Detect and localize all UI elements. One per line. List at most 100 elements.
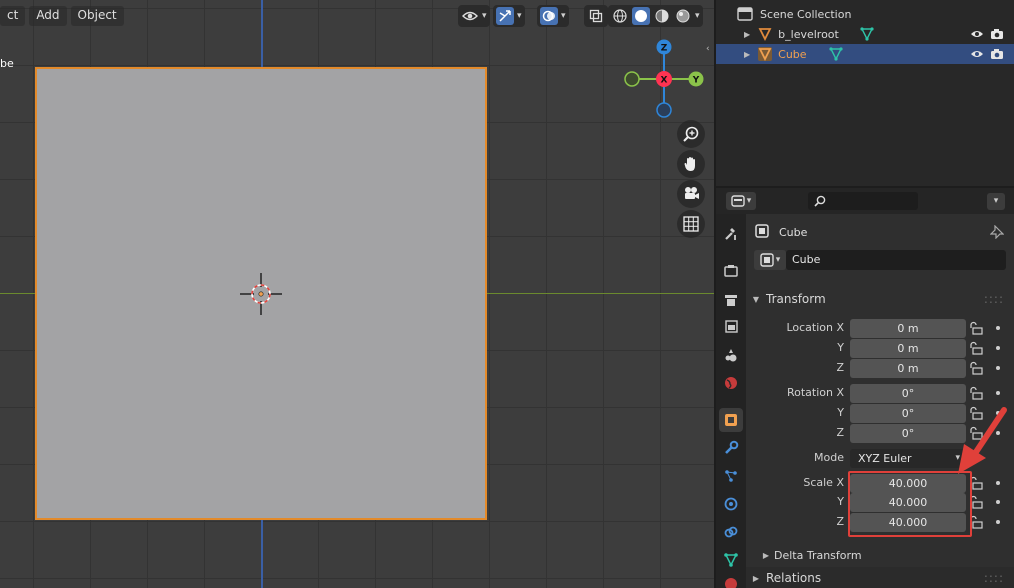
rotation-x-field[interactable]: 0° [850,384,966,403]
gizmo-tools: ▾ [493,5,525,27]
render-camera-icon[interactable] [990,48,1004,60]
chevron-down-icon[interactable]: ▾ [695,11,700,21]
tab-object[interactable] [719,408,743,432]
collapse-triangle-icon: ▼ [752,294,760,304]
camera-icon [685,187,699,199]
drag-handle-icon[interactable]: :::: [984,571,1004,585]
mesh-object-icon [758,28,772,41]
visibility-eye-icon[interactable] [970,49,984,59]
xray-icon[interactable] [587,7,605,25]
render-camera-icon[interactable] [990,28,1004,40]
keyframe-dot-icon[interactable] [996,346,1000,350]
keyframe-dot-icon[interactable] [996,326,1000,330]
scene-collection-row[interactable]: Scene Collection [716,4,1014,24]
lock-icon[interactable] [968,320,984,336]
overlays-icon[interactable] [540,7,558,25]
gizmo-z-label: Z [661,44,668,54]
location-x-row: Location X 0 m [746,319,1014,338]
overlay-tools: ▾ [537,5,569,27]
rotation-z-field[interactable]: 0° [850,424,966,443]
wrench-icon [725,440,739,454]
rendered-shading-icon[interactable] [674,7,692,25]
chevron-down-icon[interactable]: ▾ [482,11,487,21]
properties-editor-icon [731,195,745,207]
rotation-mode-label: Mode [814,451,844,464]
expand-triangle-icon: ▶ [752,573,760,583]
tab-material[interactable] [719,570,743,588]
properties-search-input[interactable] [808,192,918,210]
transform-panel-header[interactable]: ▼ Transform :::: [746,288,1014,310]
lock-icon[interactable] [968,360,984,376]
outliner-panel: Scene Collection ▶ b_levelroot ▶ Cube [716,0,1014,186]
material-shading-icon[interactable] [653,7,671,25]
tab-view-layer[interactable] [719,315,743,339]
tab-scene[interactable] [719,343,743,367]
mesh-data-icon [860,27,874,41]
editor-type-button[interactable]: ▾ [726,192,756,210]
expand-triangle-icon[interactable]: ▶ [744,50,750,59]
relations-title: Relations [766,571,822,585]
scale-z-label: Z [836,515,844,528]
outliner-item-b-levelroot[interactable]: ▶ b_levelroot [716,24,1014,44]
zoom-button[interactable] [677,120,705,148]
gizmo-toggle-icon[interactable] [496,7,514,25]
menu-add[interactable]: Add [29,6,67,26]
camera-view-button[interactable] [677,180,705,208]
render-icon [724,265,738,277]
expand-triangle-icon[interactable]: ▶ [744,30,750,39]
outliner-item-label: Cube [778,47,807,61]
tab-data[interactable] [719,548,743,572]
object-name-field[interactable]: Cube [786,250,1006,270]
options-dropdown[interactable]: ▾ [987,193,1005,210]
pin-icon[interactable] [990,225,1004,239]
object-type-dropdown[interactable]: ▾ [754,250,786,270]
lock-icon[interactable] [968,385,984,401]
viewport-object-label: be [0,57,14,70]
hand-icon [684,157,695,171]
chevron-down-icon[interactable]: ▾ [517,11,522,21]
chevron-down-icon[interactable]: ▾ [561,11,566,21]
location-x-label: Location X [786,321,844,334]
location-x-field[interactable]: 0 m [850,319,966,338]
drag-handle-icon[interactable]: :::: [984,292,1004,306]
menu-object[interactable]: Object [70,6,124,26]
scale-y-label: Y [837,495,844,508]
location-z-row: Z 0 m [746,359,1014,378]
sidebar-toggle-icon[interactable]: ‹ [706,44,714,56]
location-y-label: Y [837,341,844,354]
tab-particles[interactable] [719,464,743,488]
tab-tool[interactable] [719,222,743,246]
ortho-toggle-button[interactable] [677,210,705,238]
navigation-gizmo[interactable]: Z Y X [622,37,708,123]
menu-select[interactable]: ct [0,6,26,26]
tab-physics[interactable] [719,492,743,516]
wireframe-shading-icon[interactable] [611,7,629,25]
view-layer-icon [725,320,738,333]
relations-panel-header[interactable]: ▶ Relations :::: [746,567,1014,588]
lock-icon[interactable] [968,340,984,356]
solid-shading-icon[interactable] [632,7,650,25]
rotation-y-field[interactable]: 0° [850,404,966,423]
visibility-eye-icon[interactable] [970,29,984,39]
particles-icon [725,470,737,482]
outliner-item-cube[interactable]: ▶ Cube [716,44,1014,64]
tab-constraints[interactable] [719,520,743,544]
location-y-row: Y 0 m [746,339,1014,358]
tab-modifiers[interactable] [719,436,743,460]
tab-render[interactable] [719,259,743,283]
keyframe-dot-icon[interactable] [996,391,1000,395]
keyframe-dot-icon[interactable] [996,500,1000,504]
tab-output[interactable] [719,288,743,312]
delta-transform-header[interactable]: ▶ Delta Transform [746,544,1014,566]
keyframe-dot-icon[interactable] [996,520,1000,524]
visibility-eye-icon[interactable] [461,7,479,25]
3d-viewport[interactable]: ct Add Object be ▾ ▾ ▾ ▾ Z Y X [0,0,714,588]
rotation-mode-dropdown[interactable]: XYZ Euler ▾ [850,449,966,468]
rotation-mode-value: XYZ Euler [858,452,912,465]
pan-button[interactable] [677,150,705,178]
keyframe-dot-icon[interactable] [996,481,1000,485]
location-y-field[interactable]: 0 m [850,339,966,358]
location-z-field[interactable]: 0 m [850,359,966,378]
tab-world[interactable] [719,371,743,395]
keyframe-dot-icon[interactable] [996,366,1000,370]
